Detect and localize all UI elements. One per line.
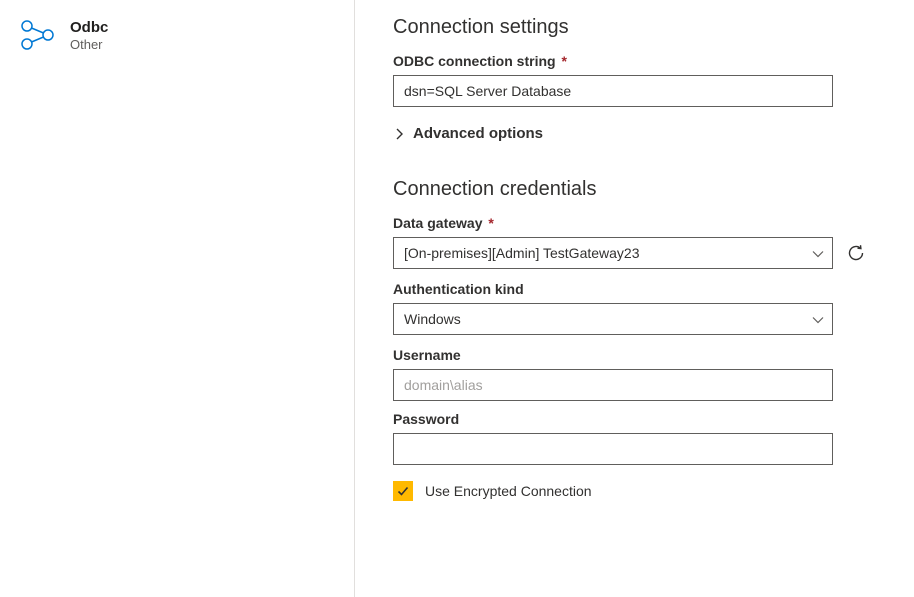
data-gateway-label: Data gateway * <box>393 215 884 231</box>
auth-kind-label: Authentication kind <box>393 281 884 297</box>
required-asterisk: * <box>561 53 566 69</box>
password-field: Password <box>393 411 884 465</box>
password-label: Password <box>393 411 884 427</box>
connection-credentials-heading: Connection credentials <box>393 178 884 201</box>
encrypted-connection-checkbox[interactable] <box>393 481 413 501</box>
refresh-icon <box>846 243 866 263</box>
auth-kind-field: Authentication kind Windows <box>393 281 884 335</box>
advanced-options-label: Advanced options <box>413 125 543 142</box>
chevron-down-icon <box>812 311 824 327</box>
sidebar-meta: Odbc Other <box>70 18 108 52</box>
auth-kind-select[interactable]: Windows <box>393 303 833 335</box>
required-asterisk: * <box>488 215 493 231</box>
username-input[interactable] <box>393 369 833 401</box>
data-gateway-field: Data gateway * [On-premises][Admin] Test… <box>393 215 884 269</box>
odbc-icon <box>20 18 56 54</box>
main-panel: Connection settings ODBC connection stri… <box>355 0 914 597</box>
connection-string-input[interactable] <box>393 75 833 107</box>
connection-settings-heading: Connection settings <box>393 16 884 39</box>
encrypted-connection-label: Use Encrypted Connection <box>425 483 592 499</box>
auth-kind-value: Windows <box>404 311 461 327</box>
connector-title: Odbc <box>70 19 108 36</box>
connection-string-label: ODBC connection string * <box>393 53 884 69</box>
password-input[interactable] <box>393 433 833 465</box>
data-gateway-value: [On-premises][Admin] TestGateway23 <box>404 245 640 261</box>
encrypted-connection-row: Use Encrypted Connection <box>393 481 884 501</box>
refresh-gateway-button[interactable] <box>845 242 867 264</box>
advanced-options-toggle[interactable]: Advanced options <box>393 125 884 142</box>
chevron-right-icon <box>395 128 405 140</box>
chevron-down-icon <box>812 245 824 261</box>
sidebar: Odbc Other <box>0 0 355 597</box>
connector-category: Other <box>70 37 108 52</box>
connection-string-field: ODBC connection string * <box>393 53 884 107</box>
check-icon <box>396 484 410 498</box>
username-label: Username <box>393 347 884 363</box>
data-gateway-select[interactable]: [On-premises][Admin] TestGateway23 <box>393 237 833 269</box>
username-field: Username <box>393 347 884 401</box>
